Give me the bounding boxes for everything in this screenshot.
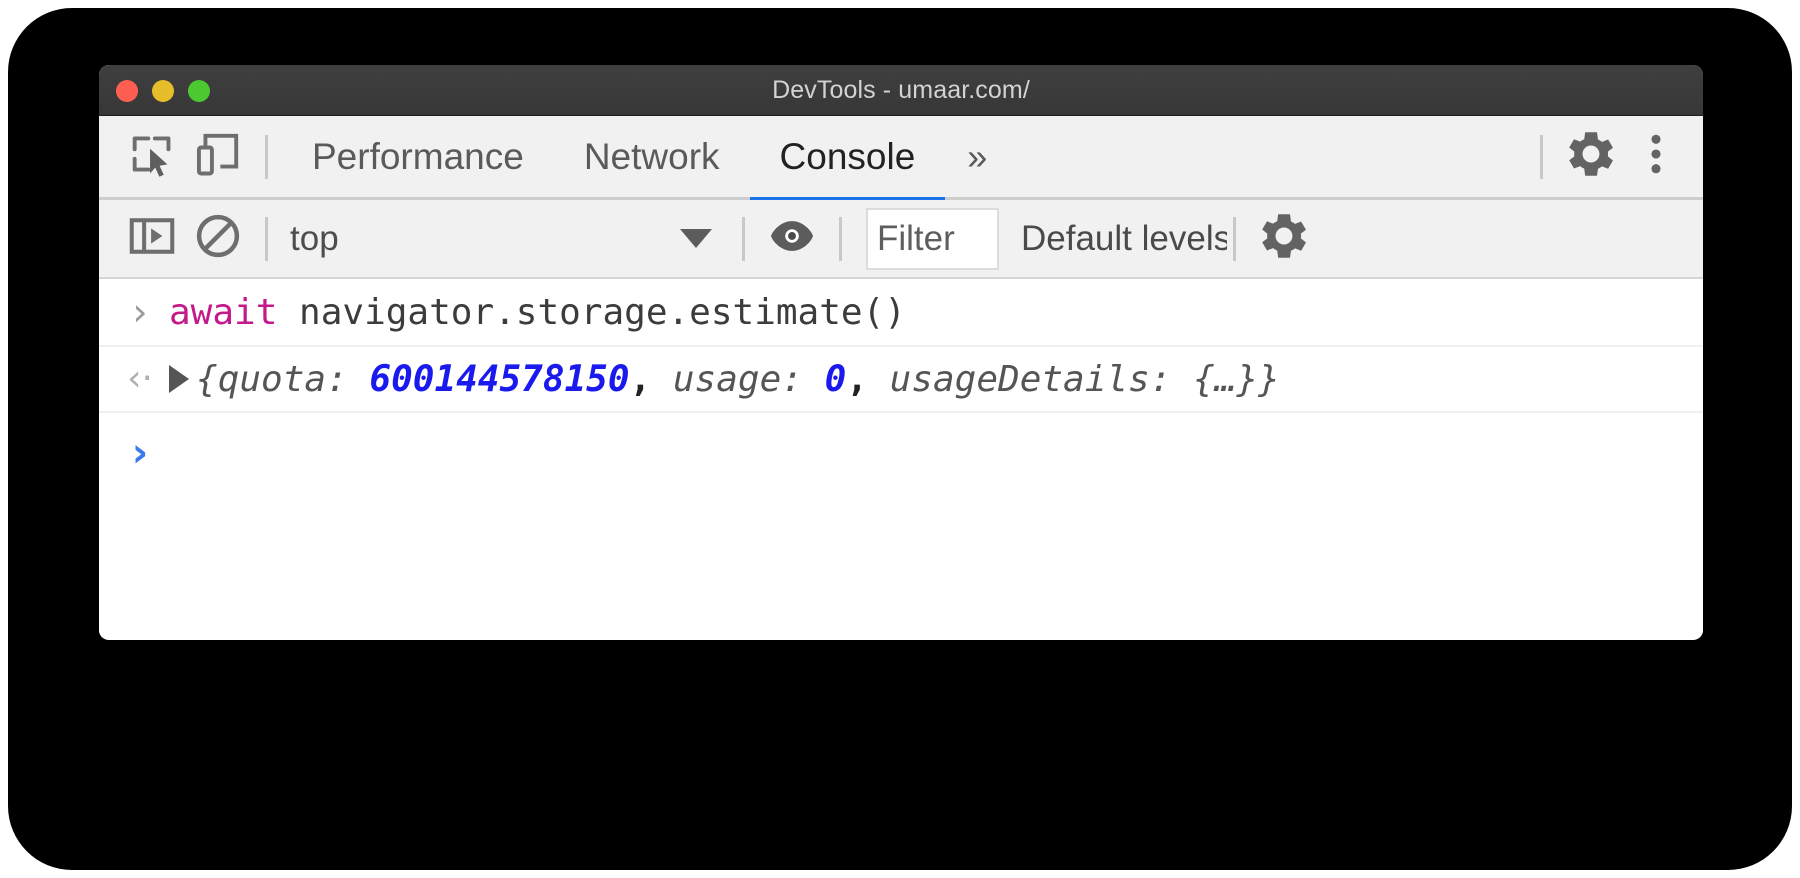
traffic-lights bbox=[116, 65, 210, 116]
console-output-object[interactable]: {quota: 600144578150, usage: 0, usageDet… bbox=[196, 359, 1280, 400]
console-input-gutter: › bbox=[111, 293, 169, 331]
inspect-element-button[interactable] bbox=[119, 124, 185, 190]
console-sidebar-icon bbox=[125, 209, 179, 268]
entry-separator-0: , bbox=[629, 358, 673, 400]
console-message-list[interactable]: › await navigator.storage.estimate() ‹· … bbox=[99, 279, 1703, 637]
clear-console-icon bbox=[191, 209, 245, 268]
device-toolbar-button[interactable] bbox=[185, 124, 251, 190]
chevron-right-icon: › bbox=[131, 430, 149, 476]
tab-network[interactable]: Network bbox=[554, 115, 750, 199]
tab-performance-label: Performance bbox=[312, 135, 524, 177]
tab-performance[interactable]: Performance bbox=[282, 115, 554, 199]
close-window-button[interactable] bbox=[116, 79, 138, 102]
console-toolbar-divider-1 bbox=[265, 216, 268, 261]
minimize-window-button[interactable] bbox=[152, 79, 174, 102]
window-titlebar: DevTools - umaar.com/ bbox=[99, 65, 1703, 116]
browser-window: DevTools - umaar.com/ Performance Networ… bbox=[99, 65, 1703, 640]
execution-context-label: top bbox=[290, 218, 339, 258]
clear-console-button[interactable] bbox=[185, 206, 251, 272]
prop-sep-1: : bbox=[781, 358, 825, 400]
devtools-tabbar: Performance Network Console » bbox=[99, 115, 1703, 202]
filter-input[interactable]: Filter bbox=[866, 207, 999, 270]
prop-sep-2: : bbox=[1149, 358, 1194, 400]
live-expression-eye-icon bbox=[764, 208, 820, 269]
console-sidebar-toggle-button[interactable] bbox=[119, 206, 185, 272]
filter-placeholder: Filter bbox=[877, 218, 955, 258]
prop-key-quota: quota bbox=[217, 358, 327, 400]
prop-value-usagedetails[interactable]: {…} bbox=[1193, 359, 1258, 400]
return-value-arrow-icon: ‹· bbox=[127, 358, 153, 399]
console-toolbar: top Filter Default levels bbox=[99, 200, 1703, 279]
more-tabs-button[interactable]: » bbox=[945, 136, 1009, 178]
console-output-gutter: ‹· bbox=[111, 361, 169, 397]
entry-separator-1: , bbox=[846, 358, 890, 400]
prop-value-usage: 0 bbox=[824, 358, 847, 400]
prop-sep-0: : bbox=[326, 358, 370, 400]
prop-key-usage: usage bbox=[672, 358, 782, 400]
console-input-row[interactable]: › await navigator.storage.estimate() bbox=[99, 279, 1703, 347]
console-prompt-row[interactable]: › bbox=[99, 413, 1703, 493]
window-title: DevTools - umaar.com/ bbox=[772, 75, 1030, 104]
object-close-brace: } bbox=[1258, 358, 1280, 400]
live-expression-button[interactable] bbox=[759, 206, 825, 272]
prop-key-usagedetails: usageDetails bbox=[889, 358, 1150, 400]
prop-value-quota: 600144578150 bbox=[369, 358, 630, 400]
chevron-right-icon: › bbox=[132, 290, 148, 334]
expression-text: navigator.storage.estimate() bbox=[277, 291, 906, 333]
console-prompt-gutter: › bbox=[111, 433, 169, 473]
console-input-expression: await navigator.storage.estimate() bbox=[169, 292, 906, 333]
console-toolbar-divider-2 bbox=[742, 216, 745, 261]
log-level-selector[interactable]: Default levels bbox=[1021, 219, 1227, 259]
console-settings-button[interactable] bbox=[1250, 206, 1316, 272]
await-keyword: await bbox=[169, 291, 278, 333]
inspect-element-icon bbox=[126, 128, 178, 185]
execution-context-selector[interactable]: top bbox=[282, 219, 712, 259]
tab-console-label: Console bbox=[779, 135, 916, 177]
maximize-window-button[interactable] bbox=[188, 79, 210, 102]
tabbar-right-divider bbox=[1540, 134, 1543, 179]
device-toolbar-icon bbox=[192, 128, 244, 185]
object-open-brace: { bbox=[196, 358, 218, 400]
gear-icon bbox=[1254, 207, 1312, 270]
chevron-down-icon bbox=[680, 229, 712, 248]
devtools-main-menu-button[interactable] bbox=[1623, 124, 1689, 190]
toolbar-divider bbox=[265, 134, 268, 179]
console-toolbar-divider-4 bbox=[1233, 216, 1236, 261]
console-toolbar-divider-3 bbox=[839, 216, 842, 261]
log-level-label: Default levels bbox=[1021, 218, 1227, 258]
kebab-menu-icon bbox=[1630, 128, 1682, 185]
double-chevron-right-icon: » bbox=[967, 135, 988, 177]
tab-network-label: Network bbox=[583, 135, 720, 177]
gear-icon bbox=[1561, 125, 1619, 188]
expand-object-triangle-icon[interactable] bbox=[169, 365, 189, 393]
tab-console[interactable]: Console bbox=[749, 115, 946, 202]
console-output-row[interactable]: ‹· {quota: 600144578150, usage: 0, usage… bbox=[99, 347, 1703, 413]
devtools-settings-button[interactable] bbox=[1557, 124, 1623, 190]
